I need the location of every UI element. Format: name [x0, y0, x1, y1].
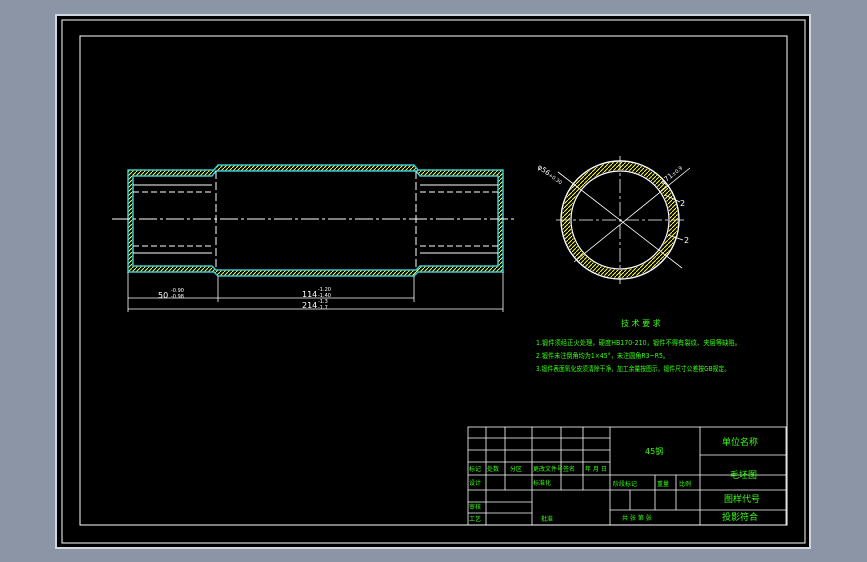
cad-drawing-canvas: 50 -0.90 -0.98 114 -1.20 -1.40 214 -1.3 …: [55, 14, 811, 549]
tb-standardize: 标准化: [533, 479, 551, 487]
notes-title: 技 术 要 求: [621, 318, 661, 328]
tb-scale: 比例: [679, 480, 691, 488]
ring-leader-2-label: 2: [684, 236, 689, 245]
tb-count: 处数: [487, 465, 499, 473]
tb-drawing-no: 图样代号: [724, 493, 760, 505]
tb-weight: 重量: [657, 480, 669, 488]
tb-company: 单位名称: [722, 436, 758, 448]
dim-50-label: 50: [158, 291, 168, 300]
tb-zone: 分区: [510, 465, 522, 473]
tb-approve: 批准: [541, 515, 553, 523]
tb-sign: 签名: [563, 465, 575, 473]
tb-date: 年 月 日: [585, 465, 607, 473]
dim-114-label: 114: [302, 290, 317, 299]
notes-line-2: 2.锻件未注倒角均为1×45°，未注圆角R3~R5。: [536, 351, 669, 360]
tb-sheets: 共 张 第 张: [622, 514, 652, 522]
dim-214-tol-lower: -1.7: [318, 305, 328, 311]
dim-214-label: 214: [302, 301, 317, 310]
tb-projection: 投影符合: [722, 511, 758, 523]
tb-material: 45钢: [645, 446, 663, 456]
ring-leader-1-label: 2: [680, 199, 685, 208]
notes-line-3: 3.锻件表面氧化皮须清除干净，加工余量按图示，锻件尺寸公差按GB规定。: [536, 364, 730, 373]
tb-change-doc: 更改文件号: [533, 465, 563, 473]
tb-drawing-name: 毛坯图: [730, 469, 757, 481]
tb-mark: 标记: [469, 465, 481, 473]
tb-design: 设计: [469, 479, 481, 487]
dim-50-tol-lower: -0.98: [171, 294, 184, 300]
tb-process: 工艺: [469, 515, 481, 523]
notes-line-1: 1.锻件须经正火处理，硬度HB170-210，锻件不得有裂纹、夹层等缺陷。: [536, 338, 741, 347]
drawing-sheet: [55, 14, 811, 549]
tb-review: 审核: [469, 503, 481, 511]
tb-stage-mark: 阶段标记: [613, 480, 637, 488]
